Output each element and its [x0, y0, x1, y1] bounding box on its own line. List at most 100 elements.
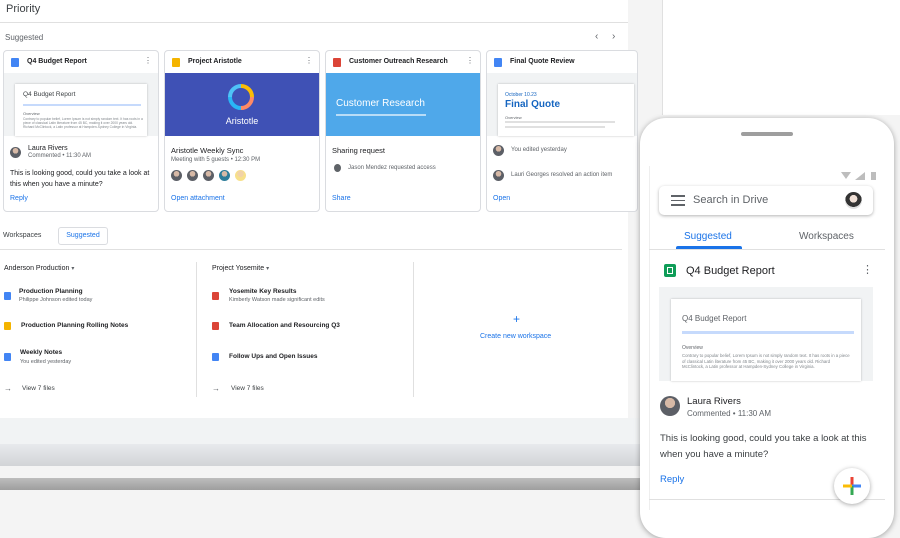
docs-icon — [494, 58, 502, 67]
page-title: Priority — [6, 3, 41, 15]
open-link[interactable]: Open — [493, 195, 510, 202]
workspace-title: Project Yosemite — [212, 265, 265, 272]
docs-icon — [4, 292, 11, 300]
guest-avatar — [171, 170, 182, 181]
section-label-suggested: Suggested — [5, 33, 44, 42]
preview-line — [505, 126, 605, 128]
doc-thumbnail[interactable]: Q4 Budget Report Overview Contrary to po… — [659, 287, 873, 381]
event-meta: Meeting with 5 guests • 12:30 PM — [171, 157, 261, 163]
file-subtitle: Kimberly Watson made significant edits — [229, 297, 325, 303]
more-vert-icon[interactable]: ⋮ — [862, 263, 873, 276]
card-header: Customer Outreach Research ⋮ — [326, 51, 480, 73]
file-title[interactable]: Production Planning Rolling Notes — [21, 322, 128, 329]
preview-rule — [682, 331, 854, 334]
column-divider — [413, 262, 414, 397]
suggestion-card-project-aristotle[interactable]: Project Aristotle ⋮ Aristotle Aristotle … — [164, 50, 320, 212]
status-bar-icons — [841, 172, 876, 180]
file-title[interactable]: Yosemite Key Results — [229, 288, 296, 295]
desktop-footer — [0, 418, 640, 444]
image-thumbnail[interactable]: Customer Research — [326, 73, 480, 136]
view-files-link[interactable]: View 7 files — [231, 385, 264, 392]
suggestion-card-final-quote[interactable]: Final Quote Review October 10.23 Final Q… — [486, 50, 638, 212]
dropdown-arrow-icon: ▾ — [266, 266, 270, 272]
avatar — [493, 145, 504, 156]
aristotle-logo-icon — [228, 84, 254, 110]
comment-text: This is looking good, could you take a l… — [660, 433, 867, 460]
comment-meta: Commented • 11:30 AM — [687, 409, 772, 418]
file-title[interactable]: Weekly Notes — [20, 349, 62, 356]
more-vert-icon[interactable]: ⋮ — [305, 56, 313, 65]
doc-thumbnail[interactable]: Q4 Budget Report Overview Contrary to po… — [4, 73, 158, 136]
background-window — [662, 0, 900, 115]
file-title[interactable]: Production Planning — [19, 288, 83, 295]
activity-text: You edited yesterday — [511, 147, 567, 153]
guest-avatar — [219, 170, 230, 181]
guest-avatar — [235, 170, 246, 181]
more-vert-icon[interactable]: ⋮ — [466, 56, 474, 65]
workspace-name[interactable]: Project Yosemite ▾ — [212, 265, 269, 272]
docs-icon — [4, 353, 11, 361]
request-activity: Jason Mendez requested access — [348, 165, 436, 171]
menu-icon[interactable] — [671, 195, 685, 206]
suggestion-card-q4-budget[interactable]: Q4 Budget Report ⋮ Q4 Budget Report Over… — [3, 50, 159, 212]
sheets-icon — [664, 264, 676, 277]
doc-thumbnail[interactable]: October 10.23 Final Quote Overview — [487, 73, 637, 136]
plus-icon[interactable]: + — [513, 312, 520, 326]
file-title[interactable]: Follow Ups and Open Issues — [229, 353, 318, 360]
file-subtitle: Philippe Johnson edited today — [19, 297, 93, 303]
commenter-name: Laura Rivers — [28, 145, 68, 152]
share-link[interactable]: Share — [332, 195, 351, 202]
pdf-icon — [212, 292, 219, 300]
person-icon — [334, 164, 341, 172]
file-title[interactable]: Team Allocation and Resourcing Q3 — [229, 322, 340, 329]
preview-title: Q4 Budget Report — [23, 91, 76, 98]
divider — [0, 22, 628, 23]
arrow-right-icon: → — [212, 384, 220, 393]
slides-icon — [172, 58, 180, 67]
banner-text: Aristotle — [225, 116, 259, 126]
suggestion-card-customer-outreach[interactable]: Customer Outreach Research ⋮ Customer Re… — [325, 50, 481, 212]
workspaces-label[interactable]: Workspaces — [3, 232, 41, 239]
tab-workspaces[interactable]: Workspaces — [799, 231, 854, 242]
laptop-bezel — [0, 444, 640, 466]
avatar — [10, 147, 21, 158]
reply-link[interactable]: Reply — [10, 195, 28, 202]
open-attachment-link[interactable]: Open attachment — [171, 195, 225, 202]
workspace-title: Anderson Production — [4, 265, 70, 272]
slides-thumbnail[interactable]: Aristotle — [165, 73, 319, 136]
chevron-left-icon[interactable]: ‹ — [595, 31, 598, 42]
tab-suggested[interactable]: Suggested — [58, 227, 108, 245]
slides-icon — [4, 322, 11, 330]
activity-text: Lauri Georges resolved an action item — [511, 172, 613, 178]
account-avatar[interactable] — [845, 192, 862, 209]
create-workspace-link[interactable]: Create new workspace — [480, 333, 551, 340]
chevron-right-icon[interactable]: › — [612, 31, 615, 42]
preview-date: October 10.23 — [505, 92, 537, 98]
preview-subtitle: Overview — [23, 111, 40, 116]
image-file-icon — [333, 58, 341, 67]
reply-link[interactable]: Reply — [660, 474, 684, 485]
comment-meta: Commented • 11:30 AM — [28, 153, 92, 159]
more-vert-icon[interactable]: ⋮ — [144, 56, 152, 65]
plus-icon — [843, 477, 861, 495]
preview-title: Q4 Budget Report — [682, 314, 747, 323]
new-button[interactable] — [834, 468, 870, 504]
doc-page-preview: Q4 Budget Report Overview Contrary to po… — [15, 84, 147, 136]
view-files-link[interactable]: View 7 files — [22, 385, 55, 392]
avatar — [660, 396, 680, 416]
doc-page-preview: October 10.23 Final Quote Overview — [498, 84, 634, 136]
preview-subtitle: Overview — [682, 345, 703, 351]
event-title: Aristotle Weekly Sync — [171, 146, 244, 155]
divider — [649, 249, 885, 250]
search-input[interactable]: Search in Drive — [693, 194, 768, 206]
workspace-name[interactable]: Anderson Production ▾ — [4, 265, 74, 272]
commenter-name: Laura Rivers — [687, 396, 741, 407]
guest-avatar — [187, 170, 198, 181]
comment-text: This is looking good, could you take a l… — [10, 170, 150, 188]
preview-body: Contrary to popular belief, Lorem Ipsum … — [682, 353, 850, 369]
card-title: Final Quote Review — [510, 58, 575, 65]
card-title[interactable]: Q4 Budget Report — [686, 265, 775, 277]
pdf-icon — [212, 322, 219, 330]
tab-suggested[interactable]: Suggested — [684, 231, 732, 242]
phone-speaker — [741, 132, 793, 136]
